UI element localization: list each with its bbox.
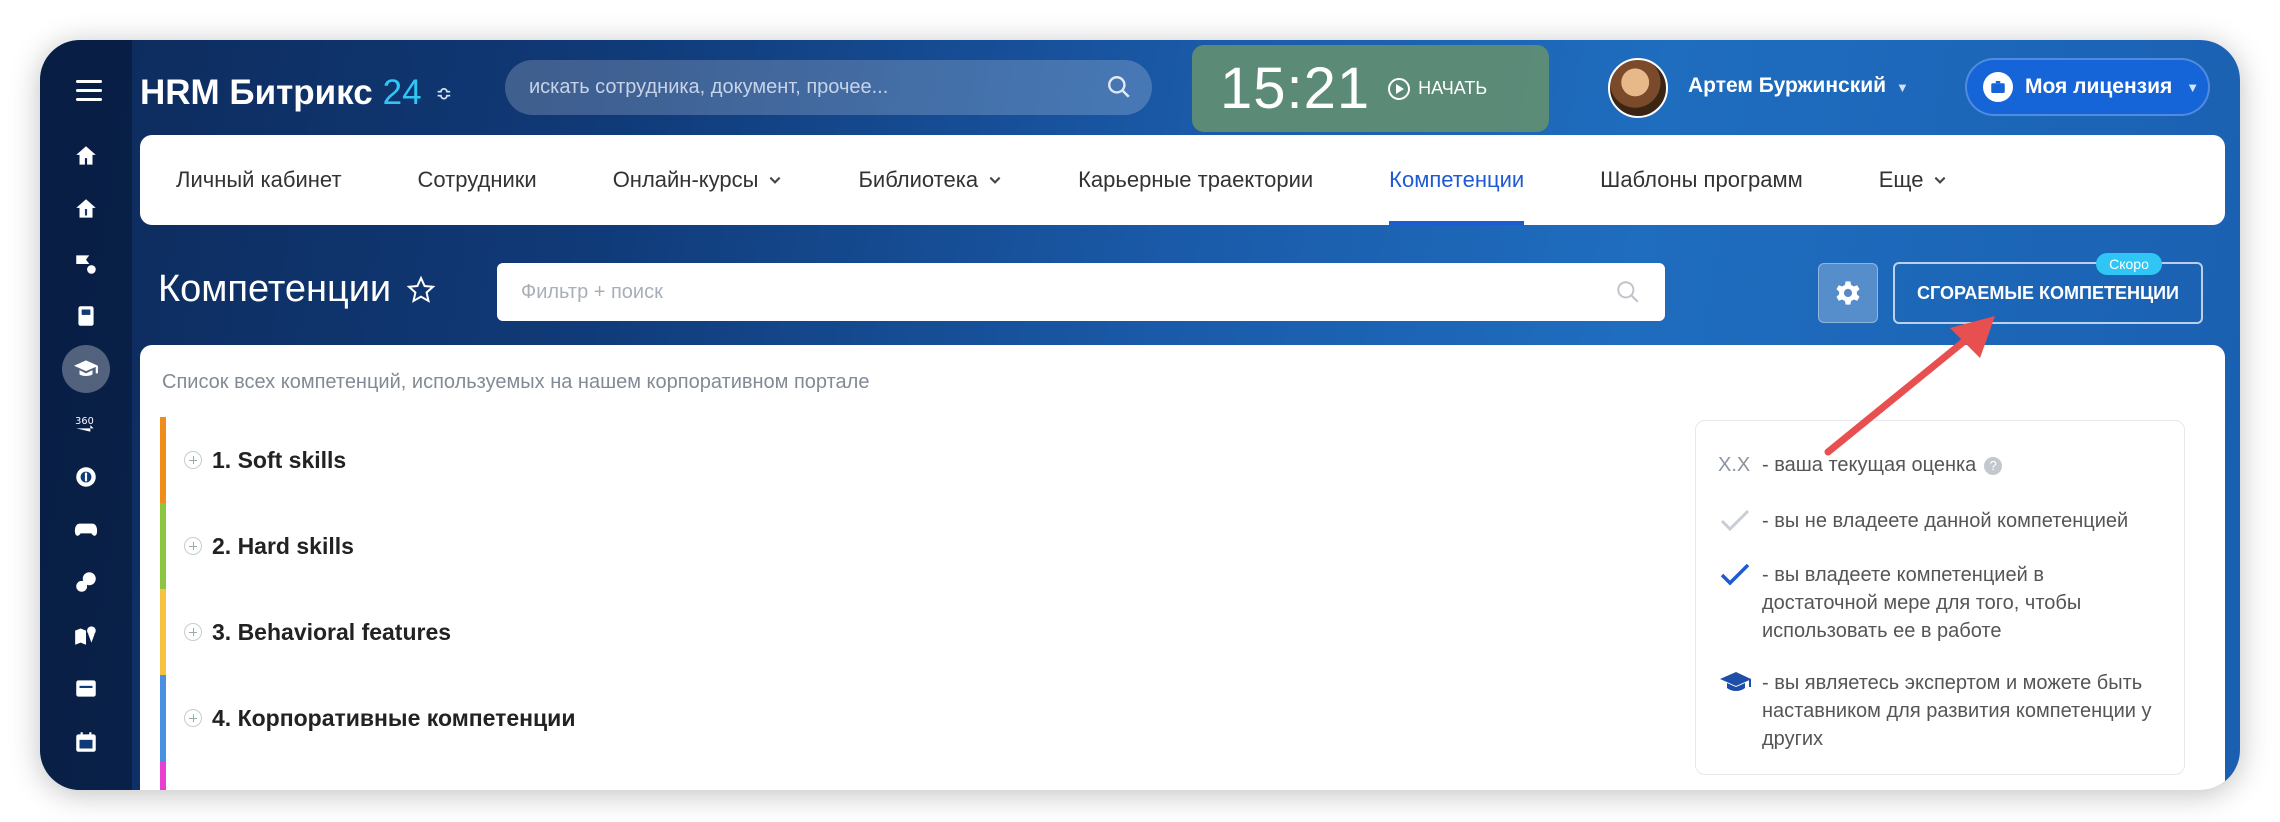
tab-more[interactable]: Еще	[1879, 135, 1948, 225]
chat-icon[interactable]	[72, 568, 100, 596]
svg-text:360: 360	[75, 416, 94, 427]
tab-online-courses[interactable]: Онлайн-курсы	[613, 135, 783, 225]
app-window: 360 HRM Битрикс 24 ≎ искать сотрудника, …	[40, 40, 2240, 790]
filter-placeholder: Фильтр + поиск	[521, 280, 663, 303]
help-icon[interactable]: ?	[1984, 456, 2003, 475]
gamepad-icon[interactable]	[72, 515, 100, 543]
search-placeholder: искать сотрудника, документ, прочее...	[529, 76, 889, 98]
start-day-button[interactable]: НАЧАТЬ	[1388, 77, 1488, 100]
chevron-down-icon	[989, 176, 1001, 184]
legend-text: - вы не владеете данной компетенцией	[1762, 510, 2129, 532]
settings-sliders-icon[interactable]: ≎	[436, 81, 453, 106]
clock-time: 15:21	[1220, 56, 1371, 121]
legend-text: - вы владеете компетенцией в достаточной…	[1762, 564, 2082, 642]
schedule-icon[interactable]	[72, 728, 100, 756]
target-icon[interactable]	[72, 463, 100, 491]
chevron-down-icon	[770, 176, 781, 184]
search-icon[interactable]	[1615, 279, 1641, 305]
chevron-down-icon: ▼	[2186, 79, 2200, 95]
group-color-bar	[160, 589, 166, 675]
legend-text: - ваша текущая оценка	[1762, 454, 1977, 476]
competency-group[interactable]: 4. Корпоративные компетенции	[160, 675, 760, 761]
user-name: Артем Буржинский	[1688, 74, 1887, 97]
chevron-down-icon	[1935, 176, 1946, 184]
burn-button-label: СГОРАЕМЫЕ КОМПЕТЕНЦИИ	[1917, 282, 2179, 303]
graduation-cap-icon	[1720, 672, 1751, 691]
left-sidebar: 360	[40, 40, 132, 790]
briefcase-icon	[1983, 72, 2013, 102]
check-light-icon	[1720, 509, 1750, 532]
legend-item-expert: - вы являетесь экспертом и можете быть н…	[1718, 669, 2158, 759]
competency-label: 1. Soft skills	[212, 446, 347, 473]
soon-badge: Скоро	[2096, 253, 2162, 275]
start-label: НАЧАТЬ	[1418, 78, 1488, 98]
tab-career-paths[interactable]: Карьерные траектории	[1078, 135, 1313, 225]
tab-library[interactable]: Библиотека	[858, 135, 1002, 225]
play-icon	[1388, 77, 1411, 100]
tab-competencies[interactable]: Компетенции	[1389, 135, 1525, 225]
info-house-icon[interactable]	[72, 195, 100, 223]
filter-search-input[interactable]: Фильтр + поиск	[497, 263, 1665, 321]
legend-box: X.X - ваша текущая оценка? - вы не владе…	[1695, 420, 2185, 775]
panel-description: Список всех компетенций, используемых на…	[162, 371, 870, 393]
expand-icon[interactable]	[184, 537, 202, 555]
tab-employees[interactable]: Сотрудники	[418, 135, 537, 225]
page-title-text: Компетенции	[158, 268, 392, 310]
menu-icon[interactable]	[76, 80, 102, 101]
search-icon[interactable]	[1106, 74, 1132, 100]
competency-group[interactable]: 1. Soft skills	[160, 417, 760, 503]
expand-icon[interactable]	[184, 623, 202, 641]
competencies-panel: Список всех компетенций, используемых на…	[140, 345, 2225, 790]
graduation-cap-icon[interactable]	[62, 345, 110, 393]
tab-program-templates[interactable]: Шаблоны программ	[1600, 135, 1803, 225]
app-logo[interactable]: HRM Битрикс 24 ≎	[140, 68, 452, 118]
license-button[interactable]: Моя лицензия ▼	[1965, 58, 2210, 116]
avatar[interactable]	[1608, 58, 1668, 118]
support-icon[interactable]	[72, 250, 100, 278]
feedback-360-icon[interactable]: 360	[72, 410, 100, 438]
competency-label: 4. Корпоративные компетенции	[212, 704, 576, 731]
settings-button[interactable]	[1818, 263, 1878, 323]
logo-text: HRM Битрикс	[140, 73, 373, 112]
book-icon[interactable]	[72, 302, 100, 330]
competency-group[interactable]: 2. Hard skills	[160, 503, 760, 589]
expand-icon[interactable]	[184, 451, 202, 469]
top-nav: Личный кабинет Сотрудники Онлайн-курсы Б…	[140, 135, 2225, 225]
competency-group[interactable]: 3. Behavioral features	[160, 589, 760, 675]
chevron-down-icon: ▼	[1896, 80, 1909, 95]
legend-item-own: - вы владеете компетенцией в достаточной…	[1718, 561, 2158, 651]
group-color-bar	[160, 761, 166, 790]
global-search-input[interactable]: искать сотрудника, документ, прочее...	[505, 60, 1152, 115]
gear-icon	[1836, 281, 1860, 305]
group-color-bar	[160, 503, 166, 589]
star-icon[interactable]	[405, 274, 437, 306]
expand-icon[interactable]	[184, 709, 202, 727]
user-menu[interactable]: Артем Буржинский ▼	[1688, 74, 1909, 98]
calendar-icon[interactable]	[72, 674, 100, 702]
legend-text: - вы являетесь экспертом и можете быть н…	[1762, 672, 2152, 750]
page-title: Компетенции	[158, 268, 437, 311]
group-color-bar	[160, 675, 166, 761]
competency-label: 2. Hard skills	[212, 532, 354, 559]
logo-number: 24	[382, 73, 422, 112]
map-icon[interactable]	[72, 621, 100, 649]
competency-label: 3. Behavioral features	[212, 618, 452, 645]
check-blue-icon	[1720, 563, 1750, 586]
score-key: X.X	[1718, 454, 1751, 476]
license-label: Моя лицензия	[2025, 75, 2173, 98]
work-day-widget[interactable]: 15:21 НАЧАТЬ	[1192, 45, 1549, 132]
group-color-bar	[160, 417, 166, 503]
tab-personal-cabinet[interactable]: Личный кабинет	[176, 135, 342, 225]
home-icon[interactable]	[72, 142, 100, 170]
